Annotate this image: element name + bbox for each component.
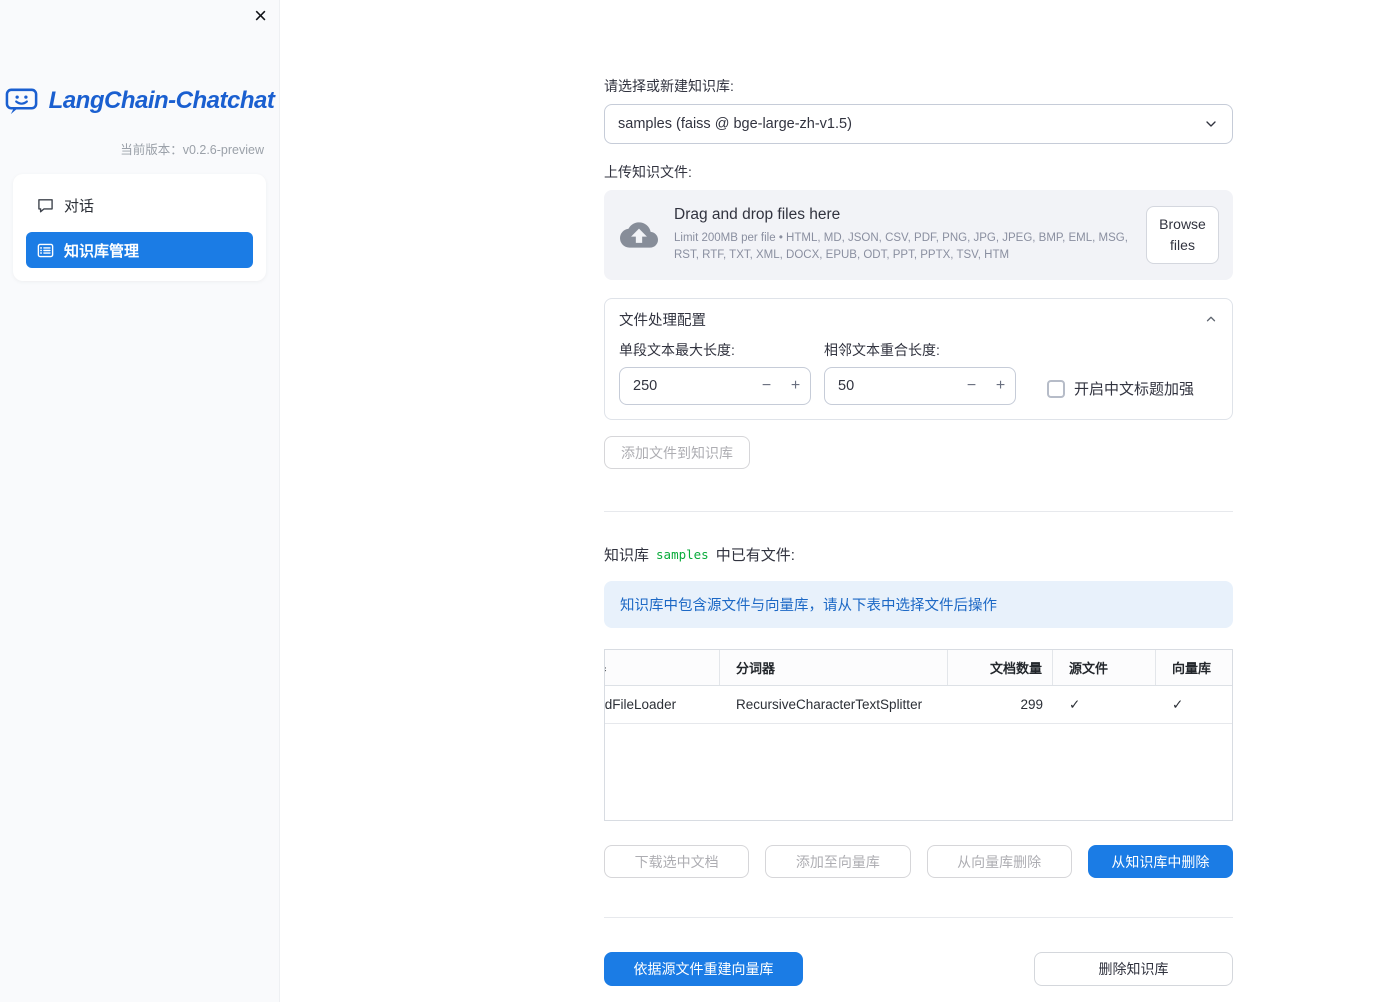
chat-bubble-icon <box>37 197 54 214</box>
table-row[interactable]: UnstructuredFileLoader RecursiveCharacte… <box>604 686 1232 724</box>
checkbox-label: 开启中文标题加强 <box>1074 381 1195 398</box>
logo-icon <box>5 86 40 116</box>
cell-source-check: ✓ <box>1069 696 1081 712</box>
sidebar-close-icon[interactable]: × <box>254 2 267 30</box>
upload-limit-text: Limit 200MB per file • HTML, MD, JSON, C… <box>674 232 1128 261</box>
uploader-text: Drag and drop files here Limit 200MB per… <box>674 206 1134 263</box>
chunk-size-input[interactable]: 250 − + <box>619 367 811 405</box>
kb-name-code: samples <box>656 547 709 562</box>
expander-title: 文件处理配置 <box>619 312 706 329</box>
overlap-label: 相邻文本重合长度: <box>824 342 940 358</box>
delete-from-vector-store-button[interactable]: 从向量库删除 <box>926 845 1072 878</box>
delete-kb-button[interactable]: 删除知识库 <box>1034 952 1233 986</box>
kb-select[interactable]: samples (faiss @ bge-large-zh-v1.5) <box>604 104 1233 144</box>
existing-suffix: 中已有文件: <box>715 547 795 564</box>
chunk-size-label: 单段文本最大长度: <box>619 342 735 358</box>
cell-splitter: RecursiveCharacterTextSplitter <box>736 697 923 712</box>
file-dropzone[interactable]: Drag and drop files here Limit 200MB per… <box>604 190 1233 280</box>
zh-title-enhance-checkbox[interactable]: 开启中文标题加强 <box>1047 378 1194 399</box>
chevron-down-icon <box>1203 116 1219 132</box>
kb-select-value: samples (faiss @ bge-large-zh-v1.5) <box>618 116 852 132</box>
main-area: 请选择或新建知识库: samples (faiss @ bge-large-zh… <box>280 0 1380 1002</box>
header-vector-store[interactable]: 向量库 <box>1156 650 1232 685</box>
browse-files-button[interactable]: Browse files <box>1146 206 1219 264</box>
sidebar-item-chat[interactable]: 对话 <box>26 187 253 223</box>
overlap-group: 相邻文本重合长度: 50 − + <box>824 340 1016 405</box>
header-loader[interactable]: 文档加载器 <box>605 650 720 685</box>
chunk-size-group: 单段文本最大长度: 250 − + <box>619 340 811 405</box>
existing-files-line: 知识库 samples 中已有文件: <box>604 544 1233 565</box>
chunk-size-value[interactable]: 250 <box>633 378 752 394</box>
logo-text: LangChain-Chatchat <box>48 87 275 114</box>
chunk-increment-button[interactable]: + <box>781 377 810 395</box>
sidebar-menu: 对话 知识库管理 <box>13 174 266 281</box>
table-actions: 下载选中文档 添加至向量库 从向量库删除 从知识库中删除 <box>604 845 1233 878</box>
table-header-row: 文档加载器 分词器 文档数量 源文件 向量库 <box>605 650 1232 686</box>
overlap-value[interactable]: 50 <box>838 378 957 394</box>
download-selected-button[interactable]: 下载选中文档 <box>604 845 750 878</box>
header-splitter[interactable]: 分词器 <box>720 650 948 685</box>
chevron-up-icon <box>1204 312 1218 326</box>
chunk-decrement-button[interactable]: − <box>752 377 781 395</box>
kb-bottom-actions: 依据源文件重建向量库 删除知识库 <box>604 952 1233 986</box>
upload-label: 上传知识文件: <box>604 164 692 180</box>
file-config-expander: 文件处理配置 单段文本最大长度: 250 − + 相邻文本重合长度: 50 − … <box>604 298 1233 420</box>
card-list-icon <box>37 242 54 259</box>
menu-label-chat: 对话 <box>64 197 95 215</box>
app-root: × LangChain-Chatchat 当前版本：v0.2.6-preview <box>0 0 1380 1002</box>
checkbox-box[interactable] <box>1047 379 1065 398</box>
header-doc-count[interactable]: 文档数量 <box>948 650 1053 685</box>
add-to-vector-store-button[interactable]: 添加至向量库 <box>765 845 911 878</box>
cell-doc-count: 299 <box>1020 697 1043 712</box>
divider <box>604 917 1233 918</box>
overlap-decrement-button[interactable]: − <box>957 377 986 395</box>
sidebar: × LangChain-Chatchat 当前版本：v0.2.6-preview <box>0 0 280 1002</box>
files-table: 文档加载器 分词器 文档数量 源文件 向量库 UnstructuredFileL… <box>604 649 1233 821</box>
header-source-file[interactable]: 源文件 <box>1053 650 1156 685</box>
existing-prefix: 知识库 <box>604 547 650 564</box>
sidebar-item-knowledge-base[interactable]: 知识库管理 <box>26 232 253 268</box>
expander-body: 单段文本最大长度: 250 − + 相邻文本重合长度: 50 − + 开启中文标… <box>605 339 1232 419</box>
upload-cloud-icon <box>620 221 658 249</box>
cell-vector-check: ✓ <box>1172 696 1184 712</box>
overlap-input[interactable]: 50 − + <box>824 367 1016 405</box>
delete-from-kb-button[interactable]: 从知识库中删除 <box>1087 845 1233 878</box>
cell-loader: UnstructuredFileLoader <box>604 697 677 712</box>
divider <box>604 511 1233 512</box>
logo: LangChain-Chatchat <box>0 0 279 116</box>
version-text: 当前版本：v0.2.6-preview <box>120 143 264 157</box>
info-banner: 知识库中包含源文件与向量库，请从下表中选择文件后操作 <box>604 581 1233 628</box>
expander-header[interactable]: 文件处理配置 <box>605 299 1232 339</box>
overlap-increment-button[interactable]: + <box>986 377 1015 395</box>
menu-label-knowledge-base: 知识库管理 <box>64 242 140 260</box>
add-files-to-kb-button[interactable]: 添加文件到知识库 <box>604 436 750 469</box>
drag-drop-text: Drag and drop files here <box>674 206 841 224</box>
rebuild-vector-store-button[interactable]: 依据源文件重建向量库 <box>604 952 803 986</box>
kb-select-label: 请选择或新建知识库: <box>604 78 734 94</box>
